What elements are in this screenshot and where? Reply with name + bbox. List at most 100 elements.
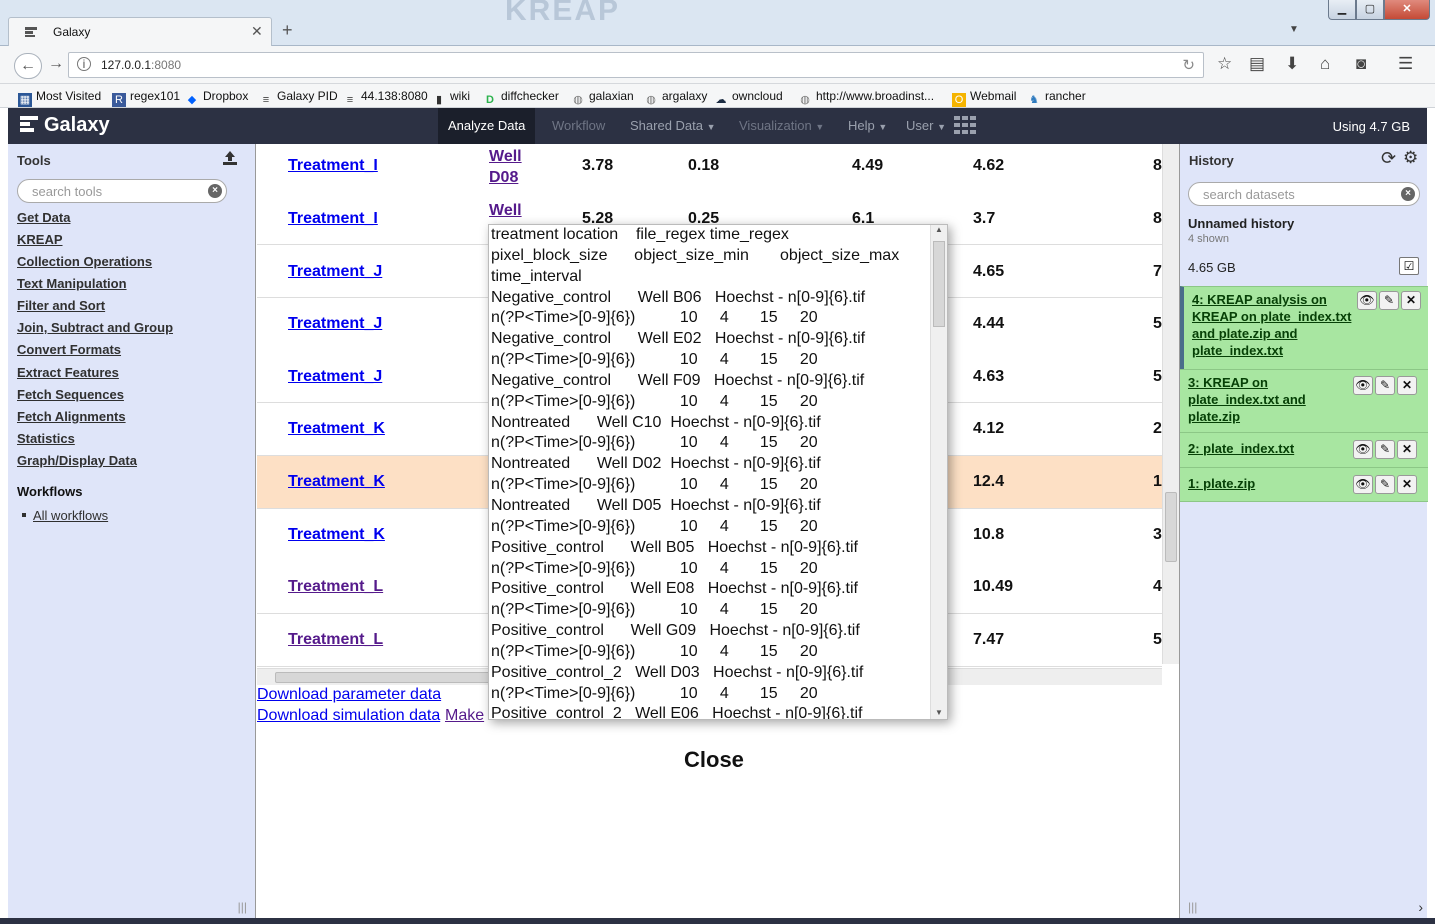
close-window-button[interactable]: ✕	[1384, 0, 1430, 20]
tool-category-join-subtract-group[interactable]: Join, Subtract and Group	[17, 320, 173, 335]
table-vertical-scrollbar[interactable]	[1162, 144, 1179, 664]
bookmark-owncloud[interactable]: ☁ owncloud	[714, 89, 783, 107]
site-info-icon[interactable]: i	[77, 57, 91, 71]
scratchbook-grid-icon[interactable]	[954, 116, 976, 134]
treatment-link[interactable]: Treatment_K	[288, 420, 385, 438]
browser-tab[interactable]: Galaxy ✕	[8, 17, 272, 46]
url-text[interactable]: 127.0.0.1:8080	[101, 58, 181, 72]
download-simulation-link[interactable]: Download simulation data	[257, 707, 440, 725]
popup-scrollbar[interactable]: ▲ ▼	[930, 225, 947, 719]
refresh-icon[interactable]: ⟳	[1381, 148, 1396, 169]
clear-search-icon[interactable]: ×	[208, 184, 222, 198]
make-link[interactable]: Make	[445, 707, 484, 725]
dataset-title[interactable]: 4: KREAP analysis on KREAP on plate_inde…	[1192, 291, 1358, 359]
nav-user[interactable]: User ▼	[896, 108, 956, 144]
tool-category-collection-operations[interactable]: Collection Operations	[17, 254, 152, 269]
tool-category-fetch-sequences[interactable]: Fetch Sequences	[17, 387, 124, 402]
well-link[interactable]: Well D08	[489, 146, 522, 188]
menu-icon[interactable]: ☰	[1398, 54, 1413, 74]
tool-category-kreap[interactable]: KREAP	[17, 232, 63, 247]
treatment-link[interactable]: Treatment_J	[288, 315, 382, 333]
bookmark-regex101[interactable]: Rregex101	[112, 89, 180, 107]
tool-category-get-data[interactable]: Get Data	[17, 210, 70, 225]
bookmark-wiki[interactable]: ▮ wiki	[432, 89, 470, 107]
eye-icon[interactable]: 👁	[1353, 475, 1373, 494]
scrollbar-thumb[interactable]	[1165, 492, 1177, 562]
gear-icon[interactable]: ⚙	[1403, 148, 1418, 168]
bookmark-argalaxy[interactable]: ◍ argalaxy	[644, 89, 707, 107]
pencil-icon[interactable]: ✎	[1375, 440, 1395, 459]
tool-category-filter-and-sort[interactable]: Filter and Sort	[17, 298, 105, 313]
bookmark-broadinstitute[interactable]: ◍ http://www.broadinst...	[798, 89, 934, 107]
bookmark-star-icon[interactable]: ☆	[1217, 54, 1232, 74]
dataset-title[interactable]: 3: KREAP on plate_index.txt and plate.zi…	[1188, 374, 1354, 425]
home-icon[interactable]: ⌂	[1320, 54, 1330, 74]
bookmark-webmail[interactable]: O Webmail	[952, 89, 1016, 107]
history-dataset[interactable]: 4: KREAP analysis on KREAP on plate_inde…	[1180, 286, 1428, 369]
galaxy-brand[interactable]: Galaxy	[20, 114, 110, 137]
nav-visualization[interactable]: Visualization ▼	[729, 108, 834, 144]
tool-category-extract-features[interactable]: Extract Features	[17, 365, 119, 380]
pencil-icon[interactable]: ✎	[1379, 291, 1399, 310]
select-datasets-checkbox-icon[interactable]: ☑	[1399, 257, 1419, 275]
download-parameter-link[interactable]: Download parameter data	[257, 686, 441, 704]
scroll-down-icon[interactable]: ▼	[935, 708, 943, 717]
tool-category-convert-formats[interactable]: Convert Formats	[17, 342, 121, 357]
dataset-title[interactable]: 1: plate.zip	[1188, 475, 1354, 492]
bookmark-diffchecker[interactable]: Ddiffchecker	[483, 89, 559, 107]
delete-icon[interactable]: ✕	[1397, 376, 1417, 395]
treatment-link[interactable]: Treatment_I	[288, 157, 378, 175]
downloads-icon[interactable]: ⬇	[1285, 54, 1299, 74]
pocket-icon[interactable]: ◙	[1356, 54, 1366, 74]
tool-search-input[interactable]: search tools ×	[17, 179, 227, 203]
eye-icon[interactable]: 👁	[1353, 440, 1373, 459]
nav-analyze-data[interactable]: Analyze Data	[438, 108, 536, 144]
clear-search-icon[interactable]: ×	[1401, 187, 1415, 201]
treatment-link[interactable]: Treatment_J	[288, 368, 382, 386]
treatment-link[interactable]: Treatment_K	[288, 473, 385, 491]
treatment-link[interactable]: Treatment_K	[288, 526, 385, 544]
forward-icon[interactable]: →	[44, 55, 68, 77]
well-link[interactable]: Well	[489, 200, 522, 221]
bookmark-dropbox[interactable]: ◆ Dropbox	[185, 89, 249, 107]
left-panel-drag-handle[interactable]: |||	[8, 896, 255, 918]
treatment-link[interactable]: Treatment_J	[288, 263, 382, 281]
new-tab-icon[interactable]: +	[282, 20, 293, 41]
nav-workflow[interactable]: Workflow	[542, 108, 615, 144]
history-search-input[interactable]: search datasets ×	[1188, 182, 1420, 206]
nav-help[interactable]: Help ▼	[838, 108, 897, 144]
eye-icon[interactable]: 👁	[1357, 291, 1377, 310]
history-dataset[interactable]: 2: plate_index.txt 👁 ✎ ✕	[1180, 432, 1428, 467]
reading-list-icon[interactable]: ▤	[1249, 54, 1265, 74]
history-dataset[interactable]: 3: KREAP on plate_index.txt and plate.zi…	[1180, 369, 1428, 432]
delete-icon[interactable]: ✕	[1397, 440, 1417, 459]
scrollbar-thumb[interactable]	[275, 672, 495, 683]
bookmark-rancher[interactable]: ♞ rancher	[1027, 89, 1086, 107]
dataset-title[interactable]: 2: plate_index.txt	[1188, 440, 1354, 457]
treatment-link[interactable]: Treatment_I	[288, 210, 378, 228]
delete-icon[interactable]: ✕	[1397, 475, 1417, 494]
pencil-icon[interactable]: ✎	[1375, 376, 1395, 395]
right-panel-drag-handle[interactable]: ||| ›	[1180, 896, 1427, 918]
delete-icon[interactable]: ✕	[1401, 291, 1421, 310]
tool-category-statistics[interactable]: Statistics	[17, 431, 75, 446]
back-icon[interactable]: ←	[14, 53, 42, 79]
history-dataset[interactable]: 1: plate.zip 👁 ✎ ✕	[1180, 467, 1428, 502]
treatment-link[interactable]: Treatment_L	[288, 578, 383, 596]
bookmark-most-visited[interactable]: ▦ Most Visited	[18, 89, 101, 107]
maximize-button[interactable]: ▢	[1356, 0, 1384, 20]
eye-icon[interactable]: 👁	[1353, 376, 1373, 395]
parameter-popup[interactable]: treatment location file_regex time_regex…	[488, 224, 948, 720]
minimize-button[interactable]: ▁	[1328, 0, 1356, 20]
bookmark-galaxy-pid[interactable]: ≡ Galaxy PID	[259, 89, 338, 107]
all-workflows-link[interactable]: All workflows	[33, 508, 108, 523]
list-tabs-icon[interactable]: ▼	[1289, 24, 1299, 35]
scroll-up-icon[interactable]: ▲	[935, 225, 943, 234]
close-button[interactable]: Close	[684, 747, 744, 773]
pencil-icon[interactable]: ✎	[1375, 475, 1395, 494]
tool-category-fetch-alignments[interactable]: Fetch Alignments	[17, 409, 126, 424]
history-name[interactable]: Unnamed history	[1188, 216, 1294, 231]
upload-icon[interactable]	[222, 150, 238, 166]
bookmark-galaxian[interactable]: ◍ galaxian	[571, 89, 634, 107]
quota-usage[interactable]: Using 4.7 GB	[1333, 119, 1410, 134]
